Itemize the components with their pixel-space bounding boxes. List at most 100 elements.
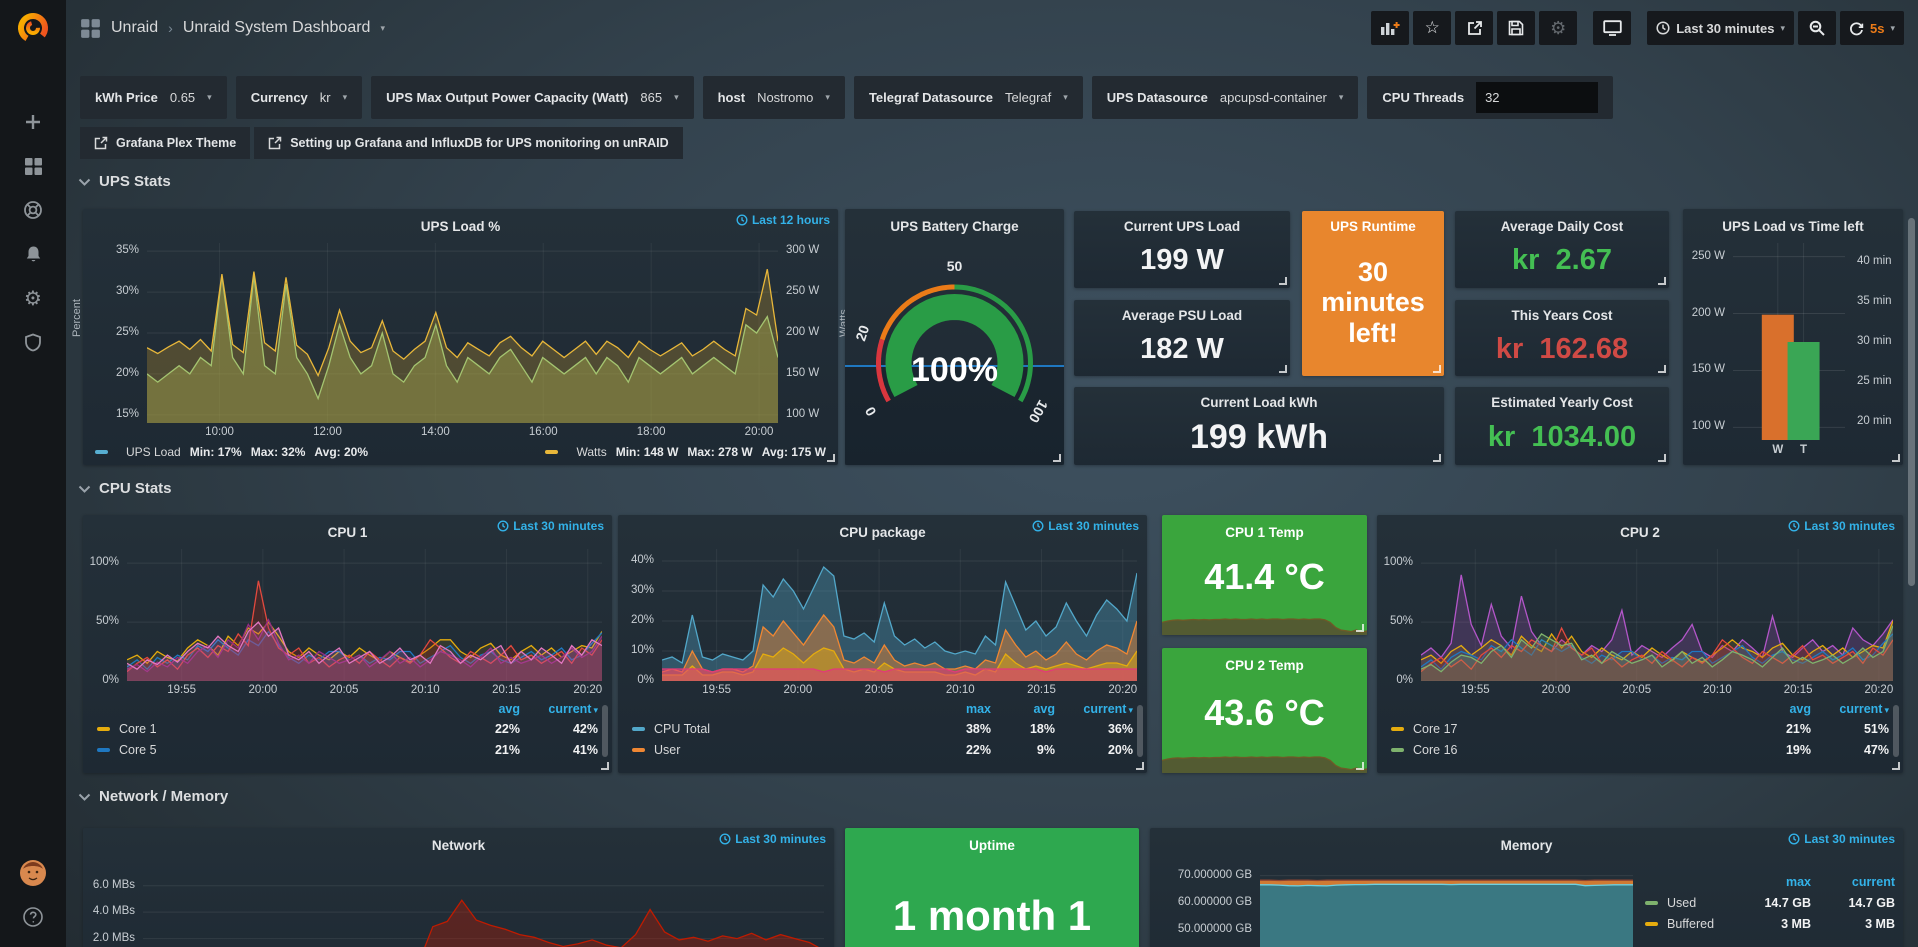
zoom-out-button[interactable] [1798, 11, 1836, 45]
legend-swatch[interactable] [545, 450, 558, 454]
panel-title[interactable]: CPU 1 Temp [1162, 519, 1367, 545]
link-grafana-plex-theme[interactable]: Grafana Plex Theme [80, 127, 250, 159]
panel-time-override[interactable]: Last 30 minutes [497, 519, 604, 533]
legend-col-max[interactable]: max [1735, 875, 1811, 889]
panel-title[interactable]: Current UPS Load [1074, 213, 1290, 239]
save-button[interactable] [1497, 11, 1535, 45]
variable-ups-max-capacity[interactable]: UPS Max Output Power Capacity (Watt)865▾ [371, 76, 693, 119]
memory-chart[interactable] [1260, 862, 1633, 947]
legend-col-current[interactable]: current [1811, 702, 1889, 716]
cpu2-chart[interactable] [1421, 549, 1893, 681]
variable-host[interactable]: hostNostromo▾ [703, 76, 845, 119]
panel-time-override[interactable]: Last 30 minutes [1788, 519, 1895, 533]
series-label[interactable]: CPU Total [654, 722, 710, 736]
help-icon[interactable] [0, 895, 66, 939]
panel-title[interactable]: UPS Battery Charge [845, 213, 1064, 239]
dashboard-caret-icon[interactable]: ▾ [380, 23, 385, 34]
section-network-memory[interactable]: Network / Memory [78, 788, 228, 805]
legend-col-current[interactable]: current [1811, 875, 1895, 889]
variable-currency[interactable]: Currencykr▾ [236, 76, 362, 119]
bar-chart[interactable] [1733, 243, 1845, 441]
cpu1-chart[interactable] [127, 549, 602, 681]
panel-title[interactable]: UPS Runtime [1302, 213, 1444, 239]
panel-title[interactable]: Memory Last 30 minutes [1150, 832, 1903, 858]
panel-title[interactable]: CPU 2 Last 30 minutes [1377, 519, 1903, 545]
network-chart[interactable] [143, 862, 824, 947]
panel-title[interactable]: This Years Cost [1455, 302, 1669, 328]
explore-icon[interactable] [0, 188, 66, 232]
series-label[interactable]: Core 1 [119, 722, 157, 736]
breadcrumb-dashboard-title[interactable]: Unraid System Dashboard [183, 19, 371, 37]
star-button[interactable]: ☆ [1413, 11, 1451, 45]
panel-title[interactable]: CPU 1 Last 30 minutes [83, 519, 612, 545]
legend-swatch[interactable] [1645, 901, 1658, 905]
legend-series-watts[interactable]: Watts Min: 148 W Max: 278 W Avg: 175 W [545, 445, 826, 459]
series-label[interactable]: Core 17 [1413, 722, 1457, 736]
apps-grid-icon[interactable] [80, 18, 101, 39]
dashboards-icon[interactable] [0, 144, 66, 188]
series-label[interactable]: User [654, 743, 680, 757]
panel-title[interactable]: Average PSU Load [1074, 302, 1290, 328]
series-label[interactable]: Buffered [1667, 917, 1714, 931]
panel-title[interactable]: CPU package Last 30 minutes [618, 519, 1147, 545]
panel-title[interactable]: CPU 2 Temp [1162, 652, 1367, 678]
add-panel-button[interactable] [1371, 11, 1409, 45]
variable-kwh-price[interactable]: kWh Price0.65▾ [80, 76, 227, 119]
legend-swatch[interactable] [1391, 727, 1404, 731]
tv-mode-button[interactable] [1593, 11, 1631, 45]
share-button[interactable] [1455, 11, 1493, 45]
legend-col-avg[interactable]: avg [991, 702, 1055, 716]
cpu-package-chart[interactable] [662, 549, 1137, 681]
add-icon[interactable] [0, 100, 66, 144]
legend-col-max[interactable]: max [925, 702, 991, 716]
alerting-bell-icon[interactable] [0, 232, 66, 276]
panel-title[interactable]: UPS Load % Last 12 hours [83, 213, 838, 239]
panel-time-override[interactable]: Last 30 minutes [1032, 519, 1139, 533]
legend-swatch[interactable] [97, 748, 110, 752]
legend-scrollbar[interactable] [1893, 705, 1899, 757]
legend-swatch[interactable] [632, 748, 645, 752]
panel-title[interactable]: Network Last 30 minutes [83, 832, 834, 858]
legend-swatch[interactable] [95, 450, 108, 454]
legend-swatch[interactable] [1645, 922, 1658, 926]
settings-gear-button[interactable]: ⚙ [1539, 11, 1577, 45]
legend-scrollbar[interactable] [1137, 705, 1143, 757]
series-label[interactable]: Core 5 [119, 743, 157, 757]
refresh-picker[interactable]: 5s ▾ [1840, 11, 1904, 45]
legend-series-ups-load[interactable]: UPS Load Min: 17% Max: 32% Avg: 20% [95, 445, 368, 459]
panel-time-override[interactable]: Last 12 hours [736, 213, 830, 227]
user-avatar[interactable] [0, 851, 66, 895]
grafana-logo[interactable] [0, 0, 66, 56]
legend-col-current[interactable]: current [1055, 702, 1133, 716]
ups-load-chart[interactable] [147, 243, 778, 423]
time-range-picker[interactable]: Last 30 minutes ▾ [1647, 11, 1794, 45]
clock-icon [1788, 520, 1800, 532]
panel-title[interactable]: Estimated Yearly Cost [1455, 389, 1669, 415]
series-label[interactable]: Used [1667, 896, 1696, 910]
legend-swatch[interactable] [632, 727, 645, 731]
panel-time-override[interactable]: Last 30 minutes [719, 832, 826, 846]
section-ups-stats[interactable]: UPS Stats [78, 173, 171, 190]
section-cpu-stats[interactable]: CPU Stats [78, 480, 172, 497]
legend-swatch[interactable] [97, 727, 110, 731]
series-label[interactable]: Core 16 [1413, 743, 1457, 757]
legend-swatch[interactable] [1391, 748, 1404, 752]
panel-title[interactable]: Current Load kWh [1074, 389, 1444, 415]
server-admin-shield-icon[interactable] [0, 320, 66, 364]
panel-title[interactable]: Uptime [845, 832, 1139, 858]
breadcrumb-folder[interactable]: Unraid [111, 19, 158, 37]
legend-col-avg[interactable]: avg [1747, 702, 1811, 716]
configuration-gear-icon[interactable]: ⚙ [0, 276, 66, 320]
panel-title[interactable]: UPS Load vs Time left [1683, 213, 1903, 239]
page-scrollbar[interactable] [1908, 218, 1915, 586]
battery-gauge[interactable]: 02050100 100% [845, 239, 1064, 465]
variable-telegraf-datasource[interactable]: Telegraf DatasourceTelegraf▾ [854, 76, 1083, 119]
link-ups-monitoring-guide[interactable]: Setting up Grafana and InfluxDB for UPS … [254, 127, 682, 159]
panel-title[interactable]: Average Daily Cost [1455, 213, 1669, 239]
legend-scrollbar[interactable] [602, 705, 608, 757]
panel-time-override[interactable]: Last 30 minutes [1788, 832, 1895, 846]
cpu-threads-input[interactable] [1476, 82, 1598, 113]
legend-col-avg[interactable]: avg [456, 702, 520, 716]
legend-col-current[interactable]: current [520, 702, 598, 716]
variable-ups-datasource[interactable]: UPS Datasourceapcupsd-container▾ [1092, 76, 1359, 119]
